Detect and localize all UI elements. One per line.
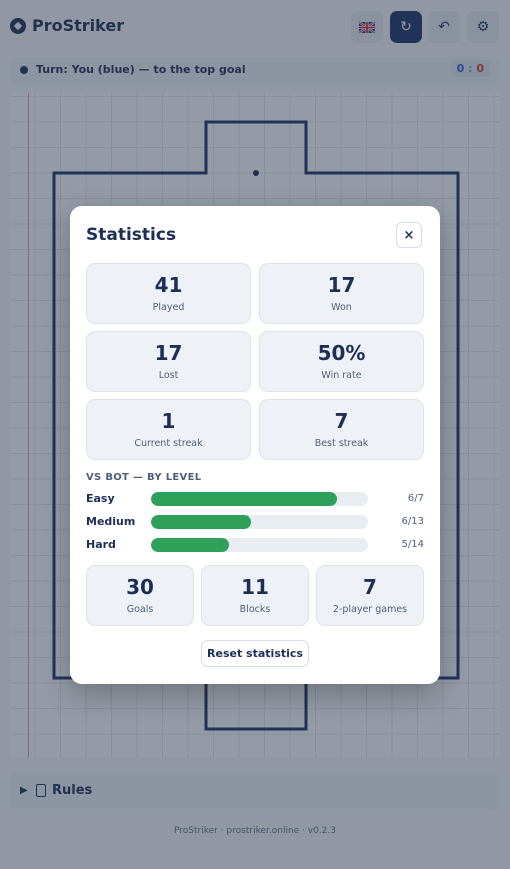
- modal-title: Statistics: [86, 225, 177, 245]
- stat-value: 11: [241, 575, 269, 599]
- stat-value: 17: [327, 273, 356, 297]
- stat-value: 7: [363, 575, 377, 599]
- stat-value: 41: [154, 273, 183, 297]
- level-progress-fill: [151, 515, 252, 529]
- level-fraction: 6/13: [401, 516, 424, 527]
- level-name: Hard: [86, 538, 116, 551]
- stat-card-blocks: 11 Blocks: [201, 565, 309, 626]
- stat-label: Best streak: [314, 438, 369, 449]
- level-progress-track: [151, 515, 368, 529]
- stat-card-current-streak: 1 Current streak: [86, 399, 251, 460]
- level-row-hard: Hard 5/14: [86, 537, 424, 553]
- level-name: Medium: [86, 515, 136, 528]
- level-progress-track: [151, 538, 368, 552]
- level-progress-track: [151, 492, 368, 506]
- level-progress-fill: [151, 492, 337, 506]
- stat-label: Blocks: [239, 604, 271, 615]
- level-fraction: 6/7: [407, 493, 424, 504]
- stat-label: 2-player games: [332, 604, 408, 615]
- stat-value: 7: [334, 409, 349, 433]
- stat-label: Goals: [126, 604, 154, 615]
- stat-label: Win rate: [321, 370, 362, 381]
- level-name: Easy: [86, 492, 115, 505]
- close-icon: ×: [403, 227, 415, 243]
- stat-card-best-streak: 7 Best streak: [259, 399, 424, 460]
- level-row-medium: Medium 6/13: [86, 514, 424, 530]
- stat-card-two-player-games: 7 2-player games: [316, 565, 424, 626]
- stat-value: 50%: [317, 341, 366, 365]
- level-progress-fill: [151, 538, 229, 552]
- level-row-easy: Easy 6/7: [86, 491, 424, 507]
- levels-heading: VS BOT — BY LEVEL: [86, 472, 202, 483]
- reset-statistics-button[interactable]: Reset statistics: [201, 640, 309, 667]
- level-fraction: 5/14: [401, 539, 424, 550]
- stat-label: Played: [152, 302, 185, 313]
- stat-value: 30: [126, 575, 154, 599]
- stat-card-lost: 17 Lost: [86, 331, 251, 392]
- stat-card-win-rate: 50% Win rate: [259, 331, 424, 392]
- stat-value: 1: [161, 409, 176, 433]
- stat-card-played: 41 Played: [86, 263, 251, 324]
- stat-card-goals: 30 Goals: [86, 565, 194, 626]
- stat-label: Current streak: [134, 438, 203, 449]
- stat-value: 17: [154, 341, 183, 365]
- close-button[interactable]: ×: [396, 222, 422, 248]
- stat-label: Lost: [158, 370, 179, 381]
- statistics-modal: Statistics × 41 Played 17 Won 17 Lost 50…: [70, 206, 440, 684]
- stat-card-won: 17 Won: [259, 263, 424, 324]
- stat-label: Won: [331, 302, 352, 313]
